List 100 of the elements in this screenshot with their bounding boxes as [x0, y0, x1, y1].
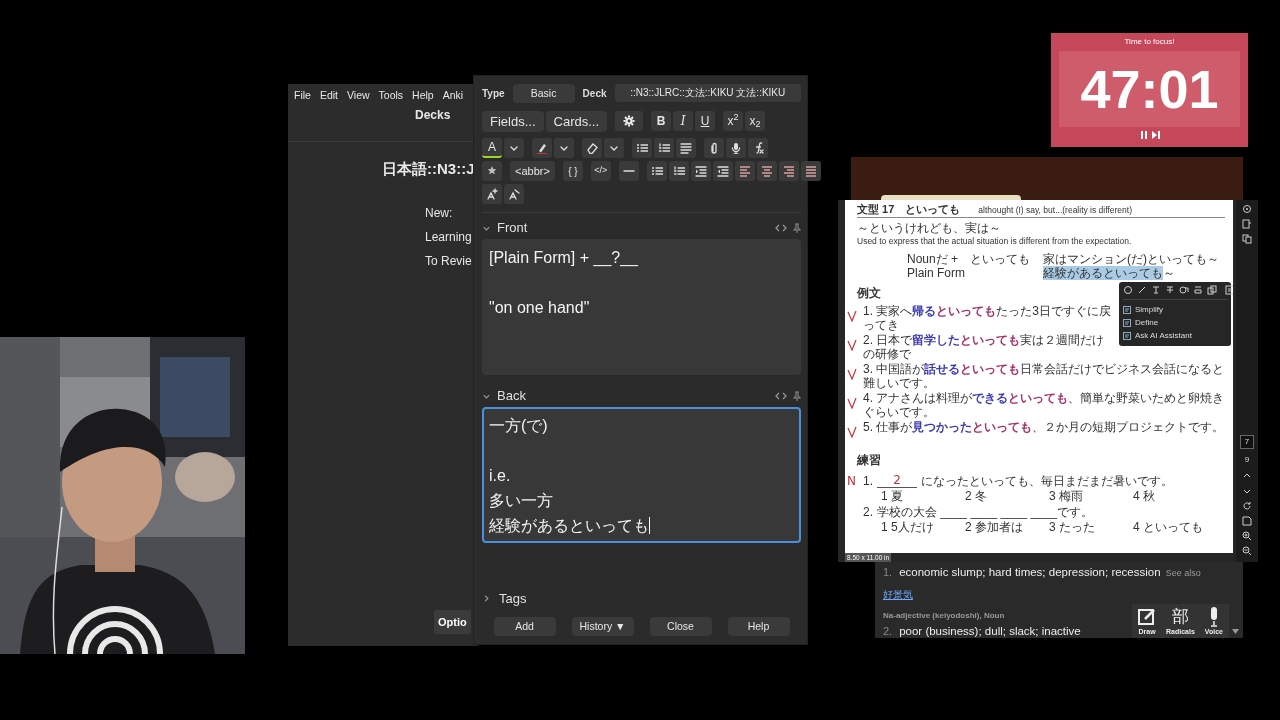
format-button[interactable]: U — [695, 111, 716, 132]
timer-label: Time to focus! — [1123, 36, 1176, 48]
copy-icon[interactable] — [1207, 284, 1217, 295]
menu-item[interactable]: View — [347, 88, 370, 100]
align-justify-button[interactable] — [800, 161, 821, 182]
menu-item[interactable]: File — [294, 88, 311, 100]
document-title: 文型 17 といっても — [857, 202, 961, 216]
page-number-field[interactable]: 7 — [1239, 435, 1255, 449]
dropdown-caret-icon[interactable] — [1232, 629, 1239, 634]
text-field[interactable]: 一方(で) i.e. 多い一方 経験があるといっても — [482, 407, 801, 544]
settings-button[interactable] — [615, 111, 644, 132]
pin-icon[interactable] — [793, 391, 801, 402]
note-icon[interactable] — [1225, 284, 1233, 295]
zoom-in-icon[interactable] — [1242, 531, 1252, 541]
example-phrase: 家はマンション(だ)といっても～ — [1043, 251, 1219, 266]
caret-button[interactable] — [604, 138, 624, 159]
format-button[interactable]: </> — [590, 161, 611, 182]
pin-icon[interactable] — [793, 223, 801, 234]
tags-label[interactable]: Tags — [499, 588, 527, 609]
menu-item[interactable]: Edit — [319, 88, 338, 100]
indent-icon — [694, 165, 707, 178]
numbered-list-button[interactable] — [654, 138, 674, 159]
html-editor-icon[interactable] — [775, 391, 787, 402]
ruby-add-button[interactable] — [482, 184, 502, 205]
strikethrough-icon[interactable] — [1165, 284, 1175, 295]
field-text: 一方(で) — [489, 416, 548, 437]
dialog-button[interactable]: History ▼ — [571, 617, 634, 636]
part-of-speech: Na-adjective (keiyodoshi), Noun — [883, 611, 1005, 621]
dialog-button[interactable]: Add — [493, 617, 556, 636]
definition-text: economic slump; hard times; depression; recession — [899, 565, 1161, 580]
field-text: i.e. — [489, 466, 511, 487]
menu-item[interactable]: Ask AI Assistant — [1123, 329, 1227, 343]
align-left-icon — [738, 165, 751, 178]
format-button[interactable]: I — [673, 111, 694, 132]
format-button[interactable]: <abbr> — [510, 161, 555, 182]
expand-chevron-icon[interactable] — [482, 593, 491, 603]
ruby-remove-icon — [508, 188, 520, 201]
ruby-remove-button[interactable] — [504, 184, 524, 205]
text-icon[interactable] — [1151, 284, 1161, 295]
bullet-list-button[interactable] — [646, 161, 667, 182]
numbered-list-button[interactable] — [668, 161, 689, 182]
align-right-button[interactable] — [778, 161, 799, 182]
example-sentence: 3. 中国語が話せる といっても 日常会話だけでビジネス会話になると難しいです。 — [863, 361, 1225, 390]
paperclip-button[interactable] — [704, 138, 724, 159]
paragraph-button[interactable] — [676, 138, 696, 159]
save-icon[interactable] — [1242, 516, 1252, 526]
bullet-list-button[interactable] — [632, 138, 652, 159]
answer-choice: 3 梅雨 — [1049, 488, 1084, 503]
text-field[interactable]: [Plain Form] + __?__ "on one hand" — [482, 239, 801, 376]
menu-item[interactable]: Define — [1123, 316, 1227, 330]
refresh-icon[interactable] — [1242, 501, 1252, 511]
menu-item[interactable]: Anki — [442, 88, 464, 100]
caret-button[interactable] — [554, 138, 574, 159]
format-button[interactable]: B — [651, 111, 672, 132]
format-button[interactable]: { } — [562, 161, 583, 182]
comment-icon[interactable] — [1179, 284, 1189, 295]
zoom-out-icon[interactable] — [1242, 546, 1252, 556]
eraser-button[interactable] — [582, 138, 602, 159]
menu-item[interactable]: Simplify — [1123, 303, 1227, 317]
copy-icon[interactable] — [1242, 234, 1252, 244]
format-button[interactable]: x$_{2}$ — [745, 111, 766, 132]
deck-label: Deck — [582, 86, 607, 101]
indent-button[interactable] — [690, 161, 711, 182]
align-center-button[interactable] — [756, 161, 777, 182]
options-button[interactable]: Optio — [434, 609, 471, 634]
html-editor-icon[interactable] — [775, 223, 787, 234]
formula-button[interactable] — [748, 138, 768, 159]
highlighter-button[interactable] — [532, 138, 552, 159]
outdent-button[interactable] — [712, 161, 733, 182]
skip-icon[interactable] — [1151, 131, 1160, 139]
search-icon[interactable] — [1123, 284, 1133, 295]
cards-button[interactable]: Cards... — [545, 110, 608, 133]
note-type-button[interactable]: Basic — [512, 84, 575, 103]
stat-label: New: — [425, 205, 454, 222]
fields-button[interactable]: Fields... — [482, 110, 544, 133]
deck-title: 日本語::N3::J — [382, 160, 475, 177]
pen-icon[interactable] — [1137, 284, 1147, 295]
answer-blank[interactable]: 2 — [877, 472, 917, 488]
menu-item[interactable]: Help — [412, 88, 434, 100]
pause-icon[interactable] — [1139, 131, 1148, 139]
dialog-button[interactable]: Help — [727, 617, 790, 636]
cross-reference-link[interactable]: 好景気 — [883, 589, 913, 601]
timer-display: 47:01 — [1059, 51, 1240, 127]
format-button[interactable]: x$^{2}$ — [723, 111, 744, 132]
example-phrase: 経験があるといっても — [1043, 265, 1163, 280]
bookmark-icon[interactable] — [1242, 219, 1252, 229]
sparkle-button[interactable] — [482, 161, 502, 182]
question-text: になったといっても、毎日まだまだ暑いです。 — [921, 473, 1173, 488]
microphone-button[interactable] — [726, 138, 746, 159]
caret-button[interactable] — [504, 138, 524, 159]
layout-icon[interactable] — [1193, 284, 1203, 295]
dialog-button[interactable]: Close — [649, 617, 712, 636]
define-icon — [1123, 319, 1131, 327]
align-left-button[interactable] — [734, 161, 755, 182]
menu-item[interactable]: Tools — [378, 88, 404, 100]
format-button[interactable]: A — [482, 138, 502, 159]
view-icon[interactable] — [1242, 204, 1252, 214]
deck-button[interactable]: ::N3::JLRC::文法::KIKU 文法::KIKU — [614, 84, 801, 103]
type-label: Type — [482, 86, 505, 101]
horizontal-rule-button[interactable] — [618, 161, 639, 182]
